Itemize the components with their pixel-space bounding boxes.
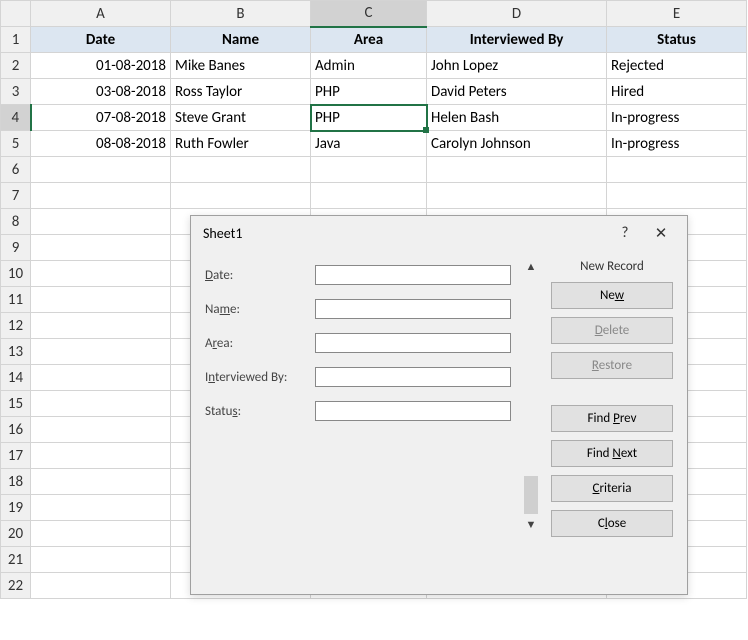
row-header-2[interactable]: 2 bbox=[1, 53, 31, 79]
delete-button: Delete bbox=[551, 317, 673, 344]
col-header-c[interactable]: C bbox=[311, 1, 427, 27]
area-label: Area: bbox=[205, 336, 309, 351]
help-button[interactable]: ? bbox=[607, 219, 643, 247]
dialog-titlebar[interactable]: Sheet1 ? ✕ bbox=[191, 216, 687, 250]
cell-d2[interactable]: John Lopez bbox=[427, 53, 607, 79]
row-header-4[interactable]: 4 bbox=[1, 105, 31, 131]
row-header-10[interactable]: 10 bbox=[1, 261, 31, 287]
col-header-b[interactable]: B bbox=[171, 1, 311, 27]
row-header-18[interactable]: 18 bbox=[1, 469, 31, 495]
name-input[interactable] bbox=[315, 299, 511, 319]
new-button[interactable]: New bbox=[551, 282, 673, 309]
find-prev-button[interactable]: Find Prev bbox=[551, 405, 673, 432]
row-header-6[interactable]: 6 bbox=[1, 157, 31, 183]
row-header-16[interactable]: 16 bbox=[1, 417, 31, 443]
header-name[interactable]: Name bbox=[171, 27, 311, 53]
row-header-1[interactable]: 1 bbox=[1, 27, 31, 53]
date-label: Date: bbox=[205, 268, 309, 283]
cell-b3[interactable]: Ross Taylor bbox=[171, 79, 311, 105]
col-header-a[interactable]: A bbox=[31, 1, 171, 27]
row-header-12[interactable]: 12 bbox=[1, 313, 31, 339]
cell-a4[interactable]: 07-08-2018 bbox=[31, 105, 171, 131]
cell-e2[interactable]: Rejected bbox=[607, 53, 747, 79]
form-fields: Date: Name: Area: Interviewed By: Status… bbox=[205, 258, 511, 545]
dialog-buttons: New Record New Delete Restore Find Prev … bbox=[551, 258, 673, 545]
cell-b5[interactable]: Ruth Fowler bbox=[171, 131, 311, 157]
date-input[interactable] bbox=[315, 265, 511, 285]
name-label: Name: bbox=[205, 302, 309, 317]
scroll-thumb[interactable] bbox=[524, 476, 538, 514]
row-header-17[interactable]: 17 bbox=[1, 443, 31, 469]
scroll-up-icon[interactable]: ▲ bbox=[526, 260, 537, 273]
cell-e3[interactable]: Hired bbox=[607, 79, 747, 105]
col-header-e[interactable]: E bbox=[607, 1, 747, 27]
record-status: New Record bbox=[551, 258, 673, 282]
row-header-7[interactable]: 7 bbox=[1, 183, 31, 209]
area-input[interactable] bbox=[315, 333, 511, 353]
header-date[interactable]: Date bbox=[31, 27, 171, 53]
cell-e4[interactable]: In-progress bbox=[607, 105, 747, 131]
row-header-19[interactable]: 19 bbox=[1, 495, 31, 521]
row-header-9[interactable]: 9 bbox=[1, 235, 31, 261]
dialog-title: Sheet1 bbox=[203, 225, 607, 242]
row-header-15[interactable]: 15 bbox=[1, 391, 31, 417]
close-button[interactable]: Close bbox=[551, 510, 673, 537]
record-scrollbar[interactable]: ▲ ▼ bbox=[521, 258, 541, 545]
cell-a5[interactable]: 08-08-2018 bbox=[31, 131, 171, 157]
cell-a2[interactable]: 01-08-2018 bbox=[31, 53, 171, 79]
interviewed-label: Interviewed By: bbox=[205, 370, 309, 385]
row-header-22[interactable]: 22 bbox=[1, 573, 31, 599]
header-status[interactable]: Status bbox=[607, 27, 747, 53]
criteria-button[interactable]: Criteria bbox=[551, 475, 673, 502]
cell-a3[interactable]: 03-08-2018 bbox=[31, 79, 171, 105]
interviewed-input[interactable] bbox=[315, 367, 511, 387]
cell-e5[interactable]: In-progress bbox=[607, 131, 747, 157]
cell-c5[interactable]: Java bbox=[311, 131, 427, 157]
status-input[interactable] bbox=[315, 401, 511, 421]
find-next-button[interactable]: Find Next bbox=[551, 440, 673, 467]
cell-d5[interactable]: Carolyn Johnson bbox=[427, 131, 607, 157]
row-header-14[interactable]: 14 bbox=[1, 365, 31, 391]
scroll-down-icon[interactable]: ▼ bbox=[526, 518, 537, 531]
restore-button: Restore bbox=[551, 352, 673, 379]
cell-c2[interactable]: Admin bbox=[311, 53, 427, 79]
header-area[interactable]: Area bbox=[311, 27, 427, 53]
row-header-3[interactable]: 3 bbox=[1, 79, 31, 105]
status-label: Status: bbox=[205, 404, 309, 419]
row-header-8[interactable]: 8 bbox=[1, 209, 31, 235]
cell-d4[interactable]: Helen Bash bbox=[427, 105, 607, 131]
cell-c4[interactable]: PHP bbox=[311, 105, 427, 131]
row-header-20[interactable]: 20 bbox=[1, 521, 31, 547]
cell-d3[interactable]: David Peters bbox=[427, 79, 607, 105]
row-header-5[interactable]: 5 bbox=[1, 131, 31, 157]
cell-c3[interactable]: PHP bbox=[311, 79, 427, 105]
close-icon[interactable]: ✕ bbox=[643, 219, 679, 247]
row-header-13[interactable]: 13 bbox=[1, 339, 31, 365]
row-header-11[interactable]: 11 bbox=[1, 287, 31, 313]
col-header-d[interactable]: D bbox=[427, 1, 607, 27]
cell-b4[interactable]: Steve Grant bbox=[171, 105, 311, 131]
header-interviewed[interactable]: Interviewed By bbox=[427, 27, 607, 53]
cell-b2[interactable]: Mike Banes bbox=[171, 53, 311, 79]
select-all-corner[interactable] bbox=[1, 1, 31, 27]
data-form-dialog: Sheet1 ? ✕ Date: Name: Area: Interviewed… bbox=[190, 215, 688, 595]
row-header-21[interactable]: 21 bbox=[1, 547, 31, 573]
